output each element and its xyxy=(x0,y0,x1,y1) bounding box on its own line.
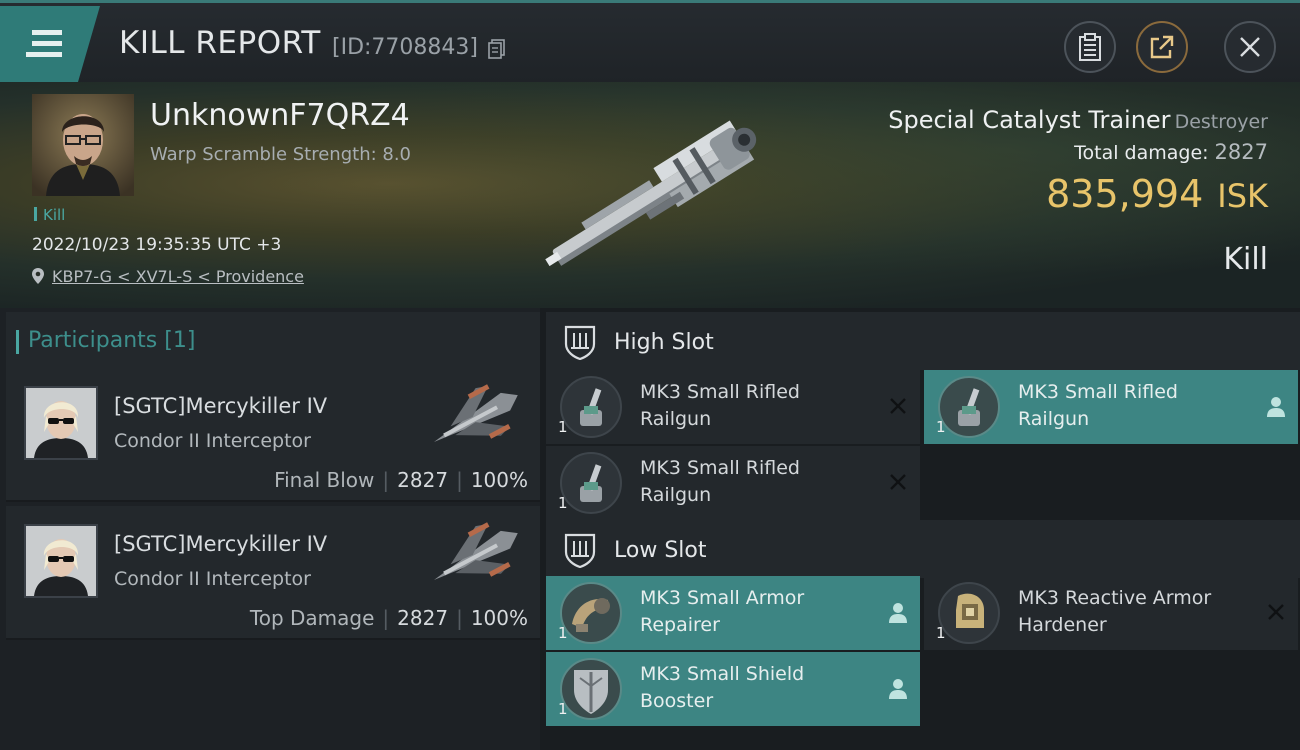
armor-hardener-icon xyxy=(938,582,1000,644)
kill-datetime: 2022/10/23 19:35:35 UTC +3 xyxy=(32,235,282,255)
victim-avatar[interactable] xyxy=(32,94,134,196)
high-slot-header: High Slot xyxy=(546,312,1300,370)
participant-name: [SGTC]Mercykiller IV xyxy=(114,394,328,418)
module-item[interactable]: 1 MK3 Small Rifled Railgun xyxy=(546,370,920,444)
low-slot-header: Low Slot xyxy=(546,520,1300,578)
module-name: MK3 Small Shield Booster xyxy=(640,663,805,712)
low-slot-icon xyxy=(564,533,596,568)
menu-button[interactable] xyxy=(0,6,100,82)
module-quantity: 1 xyxy=(558,624,568,642)
destroyed-icon xyxy=(890,398,906,414)
armor-repairer-icon xyxy=(560,582,622,644)
module-quantity: 1 xyxy=(936,624,946,642)
module-quantity: 1 xyxy=(558,494,568,512)
participant-damage: 2827 xyxy=(397,468,449,492)
dropped-person-icon xyxy=(889,679,907,699)
destroyed-icon xyxy=(890,474,906,490)
victim-ship-image xyxy=(545,120,757,267)
tag-bar xyxy=(34,207,37,221)
module-name: MK3 Small Rifled Railgun xyxy=(640,457,800,506)
participant-ship-image xyxy=(433,522,518,580)
stat-divider: | xyxy=(382,606,390,630)
fitting-slots-panel: High Slot 1 MK3 Small Rifled Railgun 1 M… xyxy=(540,308,1300,750)
railgun-icon xyxy=(560,452,622,514)
high-slot-label: High Slot xyxy=(614,330,714,355)
location-pin-icon xyxy=(32,268,44,284)
high-slot-icon xyxy=(564,325,596,360)
participant-row[interactable]: [SGTC]Mercykiller IV Condor II Intercept… xyxy=(6,368,540,502)
ship-name-text: Special Catalyst Trainer xyxy=(888,106,1171,134)
kill-location[interactable]: KBP7-G < XV7L-S < Providence xyxy=(32,267,304,286)
participant-role: Final Blow xyxy=(274,468,375,492)
stat-divider: | xyxy=(382,468,390,492)
victim-ship-name: Special Catalyst Trainer Destroyer xyxy=(888,106,1268,134)
participant-percent: 100% xyxy=(470,606,528,630)
close-button[interactable] xyxy=(1224,21,1276,73)
participants-header: Participants [1] xyxy=(6,312,540,368)
module-item[interactable]: 1 MK3 Small Rifled Railgun xyxy=(546,446,920,520)
total-damage: Total damage: 2827 xyxy=(1074,140,1268,164)
page-title: KILL REPORT xyxy=(119,25,321,61)
report-id: [ID:7708843] xyxy=(332,35,478,60)
participants-title: Participants [1] xyxy=(15,328,196,354)
total-damage-value: 2827 xyxy=(1214,140,1268,164)
share-button[interactable] xyxy=(1136,21,1188,73)
module-name: MK3 Small Armor Repairer xyxy=(640,587,805,636)
dropped-person-icon xyxy=(889,603,907,623)
kill-type-label: Kill xyxy=(43,206,66,224)
participant-percent: 100% xyxy=(470,468,528,492)
header-bar: KILL REPORT [ID:7708843] xyxy=(0,0,1300,82)
shield-booster-icon xyxy=(560,658,622,720)
close-icon xyxy=(1240,37,1260,57)
stat-divider: | xyxy=(456,606,463,630)
victim-banner: UnknownF7QRZ4 Warp Scramble Strength: 8.… xyxy=(0,82,1300,308)
participants-label: Participants xyxy=(28,328,158,353)
ship-class: Destroyer xyxy=(1174,111,1268,133)
participant-ship-image xyxy=(433,384,518,442)
stat-divider: | xyxy=(456,468,463,492)
participant-avatar[interactable] xyxy=(24,386,98,460)
participants-panel: Participants [1] [SGTC]Mercykiller IV Co… xyxy=(0,308,540,750)
clipboard-button[interactable] xyxy=(1064,21,1116,73)
isk-unit: ISK xyxy=(1217,177,1268,215)
low-slot-label: Low Slot xyxy=(614,538,707,563)
share-icon xyxy=(1150,35,1174,59)
participant-row[interactable]: [SGTC]Mercykiller IV Condor II Intercept… xyxy=(6,506,540,640)
copy-icon[interactable] xyxy=(488,39,506,59)
participant-stats: Final Blow | 2827 | 100% xyxy=(274,468,528,492)
module-name: MK3 Small Rifled Railgun xyxy=(1018,381,1178,430)
participant-name: [SGTC]Mercykiller IV xyxy=(114,532,328,556)
dropped-person-icon xyxy=(1267,397,1285,417)
module-item[interactable]: 1 MK3 Small Armor Repairer xyxy=(546,576,920,650)
module-name: MK3 Small Rifled Railgun xyxy=(640,381,800,430)
participant-ship: Condor II Interceptor xyxy=(114,430,311,452)
participant-ship: Condor II Interceptor xyxy=(114,568,311,590)
menu-icon xyxy=(26,30,62,57)
module-quantity: 1 xyxy=(558,700,568,718)
module-quantity: 1 xyxy=(936,418,946,436)
railgun-icon xyxy=(560,376,622,438)
kill-type-tag: Kill xyxy=(34,206,65,224)
module-quantity: 1 xyxy=(558,418,568,436)
railgun-icon xyxy=(938,376,1000,438)
warp-scramble-strength: Warp Scramble Strength: 8.0 xyxy=(150,144,412,165)
module-item[interactable]: 1 MK3 Reactive Armor Hardener xyxy=(924,576,1298,650)
participant-avatar[interactable] xyxy=(24,524,98,598)
participant-role: Top Damage xyxy=(249,606,375,630)
location-link[interactable]: KBP7-G < XV7L-S < Providence xyxy=(52,267,304,286)
clipboard-icon xyxy=(1079,33,1101,61)
victim-name: UnknownF7QRZ4 xyxy=(150,98,410,133)
isk-value: 835,994 ISK xyxy=(1046,172,1268,216)
module-item[interactable]: 1 MK3 Small Shield Booster xyxy=(546,652,920,726)
module-name: MK3 Reactive Armor Hardener xyxy=(1018,587,1212,636)
destroyed-icon xyxy=(1268,604,1284,620)
isk-amount: 835,994 xyxy=(1046,172,1204,216)
participants-count: [1] xyxy=(164,328,196,353)
kill-result-label: Kill xyxy=(1223,242,1268,277)
participant-stats: Top Damage | 2827 | 100% xyxy=(250,606,528,630)
module-item[interactable]: 1 MK3 Small Rifled Railgun xyxy=(924,370,1298,444)
participant-damage: 2827 xyxy=(397,606,449,630)
total-damage-label: Total damage: xyxy=(1074,142,1209,164)
